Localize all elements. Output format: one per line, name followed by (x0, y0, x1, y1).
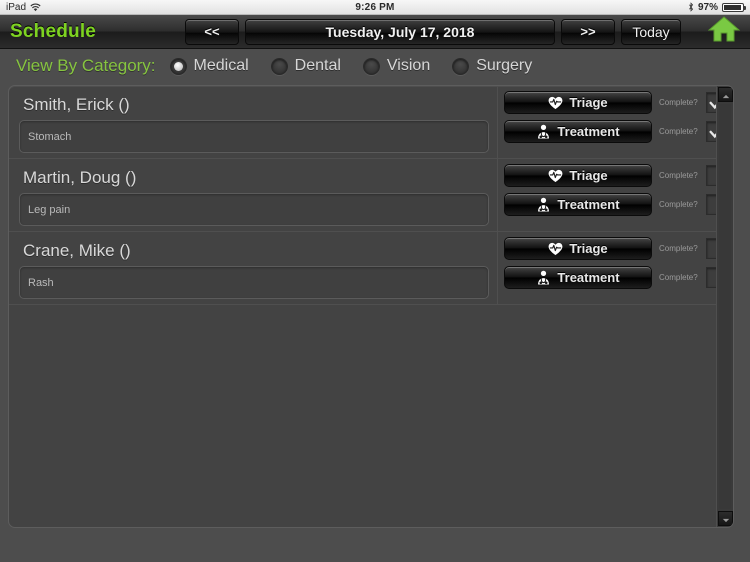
triage-action-line: Triage Complete? (504, 237, 733, 260)
today-button[interactable]: Today (621, 18, 681, 45)
patient-complaint-field[interactable]: Leg pain (19, 193, 489, 226)
treatment-button[interactable]: Treatment (504, 266, 652, 289)
patient-name: Smith, Erick () (23, 95, 130, 114)
triage-action-line: Triage Complete? (504, 164, 733, 187)
patient-info: Smith, Erick () Stomach (9, 86, 497, 158)
treatment-button-label: Treatment (557, 270, 620, 285)
complete-label: Complete? (659, 171, 698, 180)
patient-list-panel: Smith, Erick () Stomach Triage Complete?… (8, 85, 734, 528)
complete-label: Complete? (659, 98, 698, 107)
patient-list: Smith, Erick () Stomach Triage Complete?… (9, 86, 733, 527)
heart-pulse-icon (548, 95, 563, 110)
treatment-button-label: Treatment (557, 197, 620, 212)
triage-button-label: Triage (569, 168, 608, 183)
triage-button-label: Triage (569, 241, 608, 256)
patient-actions: Triage Complete? Treatment Complete? (497, 86, 733, 158)
triage-button[interactable]: Triage (504, 91, 652, 114)
triage-button[interactable]: Triage (504, 164, 652, 187)
category-label-surgery: Surgery (476, 57, 533, 74)
treatment-button-label: Treatment (557, 124, 620, 139)
patient-complaint-field[interactable]: Stomach (19, 120, 489, 153)
battery-icon (722, 2, 746, 12)
scroll-up-button[interactable] (718, 87, 733, 102)
heart-pulse-icon (548, 241, 563, 256)
page-title: Schedule (10, 20, 97, 42)
category-label-medical: Medical (193, 57, 249, 74)
ios-status-bar: iPad 9:26 PM 97% (0, 0, 750, 15)
table-row[interactable]: Martin, Doug () Leg pain Triage Complete… (9, 159, 733, 232)
battery-percent-label: 97% (697, 1, 718, 13)
patient-name: Martin, Doug () (23, 168, 137, 187)
treatment-action-line: Treatment Complete? (504, 266, 733, 289)
triage-action-line: Triage Complete? (504, 91, 733, 114)
previous-day-button[interactable]: << (185, 18, 239, 45)
patient-complaint-field[interactable]: Rash (19, 266, 489, 299)
category-option-surgery[interactable]: Surgery (452, 57, 532, 75)
category-option-vision[interactable]: Vision (362, 57, 431, 75)
treatment-action-line: Treatment Complete? (504, 120, 733, 143)
patient-name: Crane, Mike () (23, 241, 131, 260)
triage-button[interactable]: Triage (504, 237, 652, 260)
treatment-action-line: Treatment Complete? (504, 193, 733, 216)
table-row[interactable]: Crane, Mike () Rash Triage Complete? Tre… (9, 232, 733, 305)
complete-label: Complete? (659, 273, 698, 282)
patient-actions: Triage Complete? Treatment Complete? (497, 232, 733, 304)
chevron-down-icon (722, 510, 730, 528)
treatment-button[interactable]: Treatment (504, 193, 652, 216)
complete-label: Complete? (659, 200, 698, 209)
status-bar-right: 97% (688, 1, 746, 13)
category-filter-label: View By Category: (16, 56, 156, 75)
next-day-button[interactable]: >> (561, 18, 615, 45)
vertical-scrollbar[interactable] (716, 86, 733, 527)
current-date-display[interactable]: Tuesday, July 17, 2018 (245, 18, 555, 45)
chevron-up-icon (722, 86, 730, 104)
radio-dental-icon[interactable] (270, 57, 288, 75)
treatment-button[interactable]: Treatment (504, 120, 652, 143)
doctor-icon (536, 270, 551, 285)
radio-surgery-icon[interactable] (452, 57, 470, 75)
patient-info: Crane, Mike () Rash (9, 232, 497, 304)
table-row[interactable]: Smith, Erick () Stomach Triage Complete?… (9, 86, 733, 159)
complete-label: Complete? (659, 244, 698, 253)
home-icon (707, 15, 741, 48)
category-label-dental: Dental (294, 57, 341, 74)
scrollbar-track[interactable] (719, 104, 731, 509)
status-bar-clock: 9:26 PM (355, 1, 395, 13)
doctor-icon (536, 124, 551, 139)
patient-info: Martin, Doug () Leg pain (9, 159, 497, 231)
bluetooth-icon (688, 2, 694, 12)
doctor-icon (536, 197, 551, 212)
category-option-dental[interactable]: Dental (270, 57, 341, 75)
heart-pulse-icon (548, 168, 563, 183)
scroll-down-button[interactable] (718, 511, 733, 526)
top-navigation-bar: Schedule << Tuesday, July 17, 2018 >> To… (0, 15, 750, 49)
complete-label: Complete? (659, 127, 698, 136)
app-root: iPad 9:26 PM 97% Schedule << Tuesday, Ju… (0, 0, 750, 562)
radio-vision-icon[interactable] (362, 57, 380, 75)
radio-medical-icon[interactable] (169, 57, 187, 75)
home-button[interactable] (702, 16, 746, 48)
patient-actions: Triage Complete? Treatment Complete? (497, 159, 733, 231)
category-filter-bar: View By Category: Medical Dental Vision … (0, 49, 750, 83)
category-label-vision: Vision (386, 57, 431, 74)
triage-button-label: Triage (569, 95, 608, 110)
category-option-medical[interactable]: Medical (169, 57, 249, 75)
